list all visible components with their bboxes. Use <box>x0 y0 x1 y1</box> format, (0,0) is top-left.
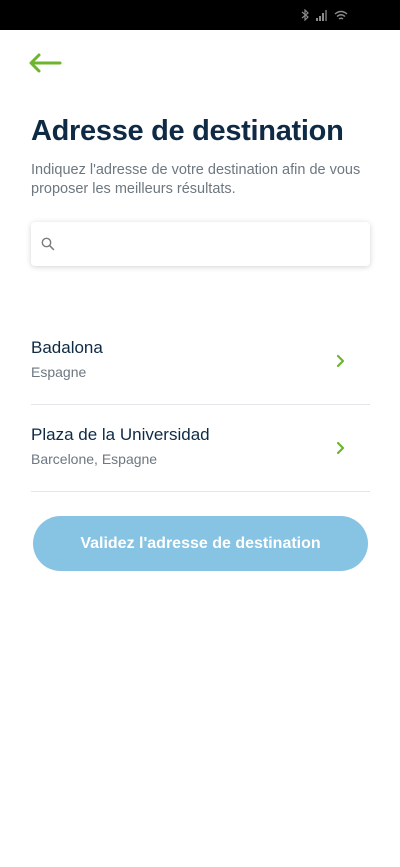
wifi-icon <box>334 10 348 21</box>
validate-destination-button[interactable]: Validez l'adresse de destination <box>33 516 368 571</box>
chevron-right-icon <box>336 441 345 455</box>
search-icon <box>41 237 55 251</box>
page-subtitle: Indiquez l'adresse de votre destination … <box>31 162 361 197</box>
result-detail: Espagne <box>31 364 87 380</box>
list-item[interactable]: Plaza de la Universidad Barcelone, Espag… <box>31 405 370 492</box>
signal-icon <box>316 9 328 21</box>
bluetooth-icon <box>301 9 310 21</box>
back-button[interactable] <box>28 50 66 76</box>
results-list: Badalona Espagne Plaza de la Universidad… <box>31 318 370 492</box>
search-field[interactable] <box>31 222 370 266</box>
list-item[interactable]: Badalona Espagne <box>31 318 370 405</box>
chevron-right-icon <box>336 354 345 368</box>
search-input[interactable] <box>63 229 353 259</box>
result-name: Badalona <box>31 338 103 357</box>
status-bar <box>0 0 400 30</box>
result-detail: Barcelone, Espagne <box>31 451 158 467</box>
page-title: Adresse de destination <box>31 115 344 147</box>
result-name: Plaza de la Universidad <box>31 425 210 444</box>
arrow-left-icon <box>29 53 62 73</box>
